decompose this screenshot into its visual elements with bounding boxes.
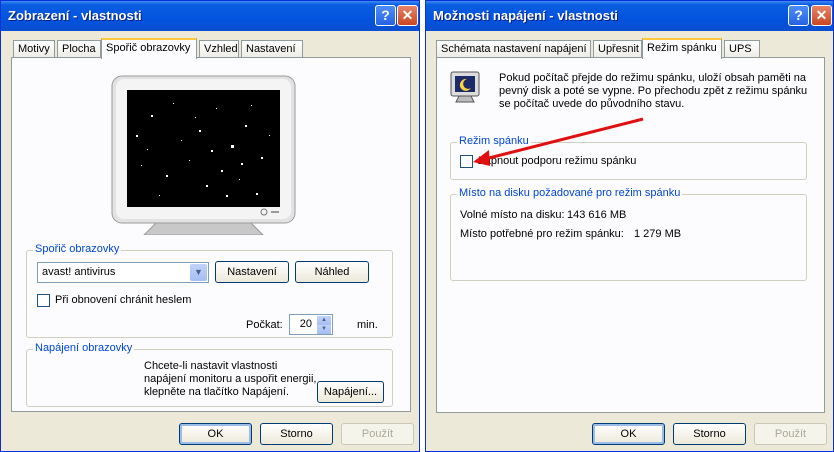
screensaver-select-value: avast! antivirus — [42, 266, 116, 278]
red-arrow-annotation — [473, 117, 644, 166]
wait-label: Počkat: — [246, 319, 283, 331]
tab-strip: Motivy Plocha Spořič obrazovky Vzhled Na… — [11, 38, 409, 59]
screensaver-group-label: Spořič obrazovky — [33, 243, 122, 255]
settings-button[interactable]: Nastavení — [215, 261, 289, 283]
required-space-label: Místo potřebné pro režim spánku: — [460, 228, 624, 240]
wait-unit: min. — [357, 319, 378, 331]
monitor-power-text: Chcete-li nastavit vlastnosti napájení m… — [144, 360, 317, 398]
monitor-power-group: Napájení obrazovky Chcete-li nastavit vl… — [26, 342, 393, 407]
screensaver-group: Spořič obrazovky avast! antivirus ▼ Nast… — [26, 243, 393, 338]
power-button[interactable]: Napájení... — [317, 381, 384, 403]
password-checkbox[interactable] — [37, 294, 50, 307]
tab-motivy[interactable]: Motivy — [13, 40, 55, 58]
required-space-value: 1 279 MB — [634, 228, 682, 240]
wait-value: 20 — [299, 318, 312, 330]
ok-button[interactable]: OK — [179, 423, 252, 445]
tab-ups[interactable]: UPS — [724, 40, 760, 58]
tab-strip: Schémata nastavení napájení Upřesnit Rež… — [436, 38, 823, 59]
tab-advanced[interactable]: Upřesnit — [593, 40, 642, 58]
tab-panel: Spořič obrazovky avast! antivirus ▼ Nast… — [11, 57, 411, 412]
password-checkbox-label: Při obnovení chránit heslem — [55, 294, 192, 306]
spin-up-icon[interactable]: ▲ — [317, 316, 331, 325]
free-space-label: Volné místo na disku: — [460, 209, 565, 221]
power-options-window: Možnosti napájení - vlastnosti ? ✕ Schém… — [425, 0, 834, 452]
window-title: Zobrazení - vlastnosti — [8, 8, 142, 23]
preview-button[interactable]: Náhled — [295, 261, 369, 283]
tab-panel: Pokud počítač přejde do režimu spánku, u… — [436, 57, 825, 413]
ok-button[interactable]: OK — [592, 423, 665, 445]
help-icon[interactable]: ? — [788, 5, 809, 26]
tab-plocha[interactable]: Plocha — [57, 40, 101, 58]
window-title: Možnosti napájení - vlastnosti — [433, 8, 618, 23]
title-bar[interactable]: Zobrazení - vlastnosti ? ✕ — [1, 1, 419, 31]
close-icon[interactable]: ✕ — [397, 5, 418, 26]
tab-vzhled[interactable]: Vzhled — [199, 40, 239, 58]
apply-button[interactable]: Použít — [754, 423, 827, 445]
monitor-preview-icon — [111, 75, 296, 235]
cancel-button[interactable]: Storno — [260, 423, 333, 445]
apply-button[interactable]: Použít — [341, 423, 414, 445]
wait-spinner[interactable]: 20 ▲ ▼ — [289, 314, 333, 335]
free-space-value: 143 616 MB — [567, 209, 627, 221]
dropdown-arrow-icon[interactable]: ▼ — [190, 264, 207, 281]
tab-power-schemes[interactable]: Schémata nastavení napájení — [436, 40, 591, 58]
tab-hibernate[interactable]: Režim spánku — [642, 38, 722, 59]
title-bar[interactable]: Možnosti napájení - vlastnosti ? ✕ — [426, 1, 833, 31]
tab-nastaveni[interactable]: Nastavení — [241, 40, 303, 58]
tab-screensaver[interactable]: Spořič obrazovky — [101, 38, 197, 59]
help-icon[interactable]: ? — [375, 5, 396, 26]
screensaver-select[interactable]: avast! antivirus ▼ — [37, 262, 209, 283]
disk-space-group: Místo na disku požadované pro režim spán… — [450, 187, 807, 281]
cancel-button[interactable]: Storno — [673, 423, 746, 445]
spin-down-icon[interactable]: ▼ — [317, 325, 331, 334]
monitor-power-group-label: Napájení obrazovky — [33, 342, 135, 354]
close-icon[interactable]: ✕ — [811, 5, 832, 26]
display-properties-window: Zobrazení - vlastnosti ? ✕ Motivy Plocha… — [0, 0, 420, 452]
